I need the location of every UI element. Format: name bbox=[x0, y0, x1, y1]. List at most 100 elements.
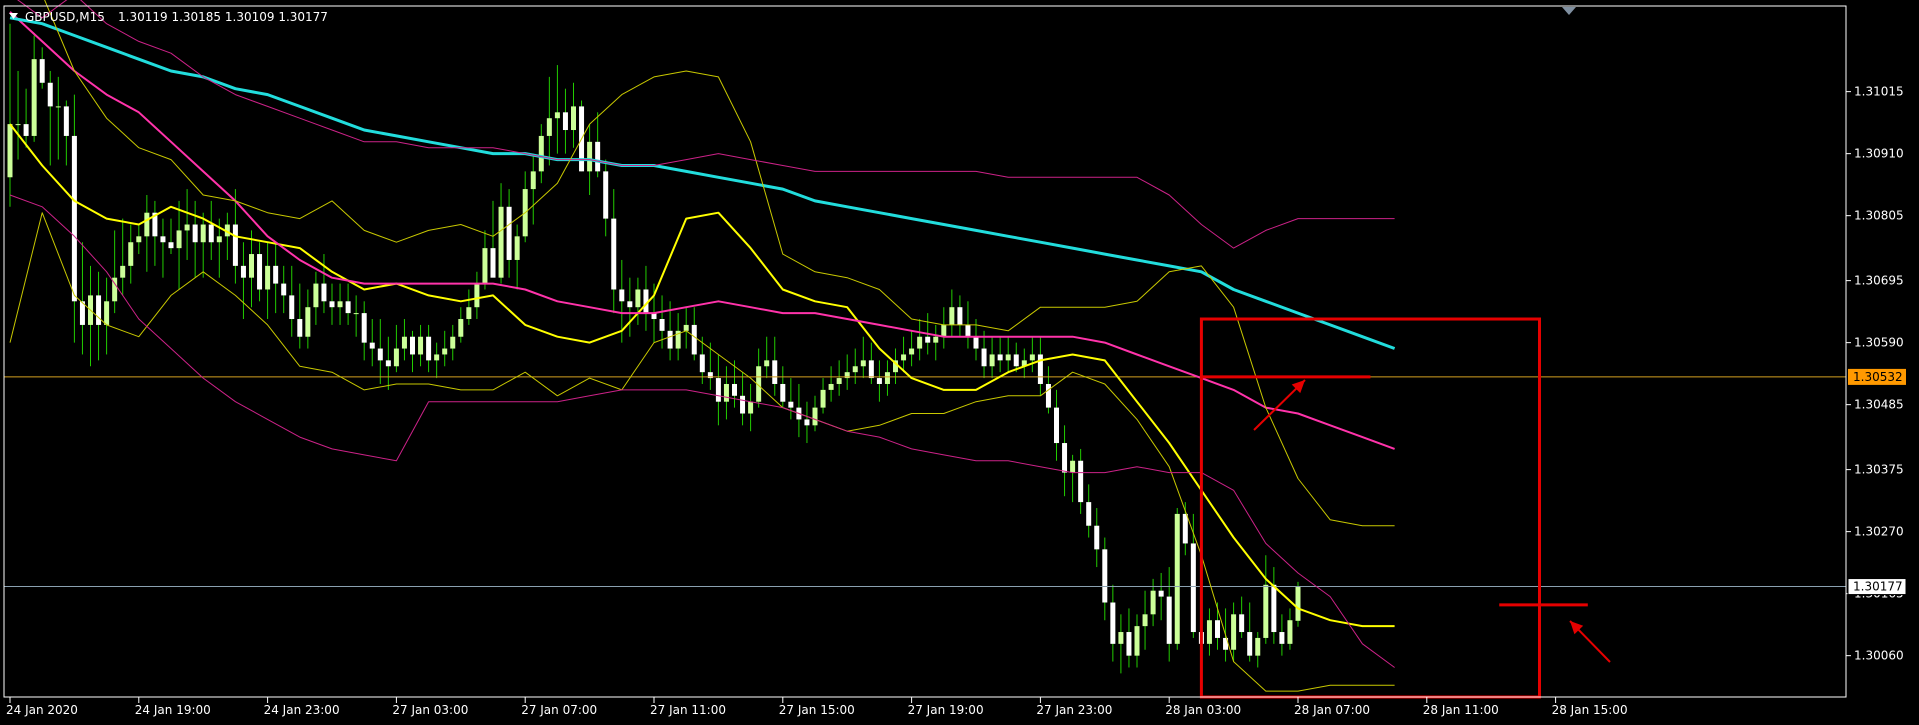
candle-body bbox=[144, 212, 150, 237]
candle-body bbox=[361, 313, 367, 343]
candle-body bbox=[281, 283, 287, 296]
y-tick-label: 1.30060 bbox=[1854, 649, 1904, 663]
candle-body bbox=[1037, 354, 1043, 384]
y-tick-label: 1.30270 bbox=[1854, 525, 1904, 539]
candle-body bbox=[812, 407, 818, 426]
candle-body bbox=[305, 307, 311, 337]
candle-body bbox=[482, 248, 488, 284]
candle-body bbox=[989, 354, 995, 367]
candle-body bbox=[23, 124, 29, 136]
x-tick-label: 28 Jan 11:00 bbox=[1423, 703, 1499, 717]
candle-body bbox=[490, 248, 496, 278]
candle-body bbox=[667, 330, 673, 349]
x-tick-label: 28 Jan 15:00 bbox=[1552, 703, 1628, 717]
candle-body bbox=[297, 319, 303, 337]
candle-body bbox=[7, 124, 13, 178]
ohlc-label: 1.30119 1.30185 1.30109 1.30177 bbox=[118, 10, 328, 24]
y-tick-label: 1.30695 bbox=[1854, 274, 1904, 288]
candle-body bbox=[1013, 354, 1019, 367]
candle-body bbox=[683, 324, 689, 331]
candle-body bbox=[120, 265, 126, 278]
candle-body bbox=[216, 236, 222, 243]
candle-body bbox=[1118, 632, 1124, 644]
candle-body bbox=[732, 383, 737, 396]
candle-body bbox=[71, 135, 77, 302]
candle-body bbox=[981, 348, 987, 367]
x-tick-label: 27 Jan 23:00 bbox=[1036, 703, 1112, 717]
x-tick-label: 27 Jan 03:00 bbox=[392, 703, 468, 717]
candle-body bbox=[401, 336, 407, 349]
candle-body bbox=[514, 236, 520, 260]
candle-body bbox=[1279, 632, 1285, 644]
candle-body bbox=[458, 319, 464, 337]
candle-body bbox=[1287, 620, 1293, 644]
candle-body bbox=[385, 360, 391, 367]
candle-body bbox=[273, 265, 279, 284]
y-tick-label: 1.30910 bbox=[1854, 147, 1904, 161]
candle-body bbox=[257, 254, 263, 290]
candle-body bbox=[353, 313, 359, 315]
candle-body bbox=[1045, 383, 1051, 408]
candle-body bbox=[804, 419, 810, 426]
candle-body bbox=[1086, 502, 1092, 526]
candle-body bbox=[1190, 543, 1196, 633]
x-tick-label: 24 Jan 2020 bbox=[6, 703, 78, 717]
candle-body bbox=[1078, 460, 1084, 503]
candle-body bbox=[901, 354, 907, 361]
candle-body bbox=[941, 324, 947, 337]
candle-body bbox=[321, 283, 327, 302]
candle-body bbox=[1070, 460, 1076, 473]
candle-body bbox=[240, 265, 246, 278]
candle-body bbox=[329, 301, 335, 308]
candle-body bbox=[313, 283, 319, 308]
candle-body bbox=[434, 354, 440, 361]
x-tick-label: 27 Jan 19:00 bbox=[908, 703, 984, 717]
candle-body bbox=[659, 319, 665, 331]
candle-body bbox=[136, 236, 142, 243]
x-tick-label: 27 Jan 11:00 bbox=[650, 703, 726, 717]
candle-body bbox=[546, 118, 552, 136]
x-tick-label: 28 Jan 03:00 bbox=[1165, 703, 1241, 717]
x-tick-label: 28 Jan 07:00 bbox=[1294, 703, 1370, 717]
candle-body bbox=[836, 378, 842, 384]
candle-body bbox=[603, 171, 609, 219]
candle-body bbox=[1239, 614, 1245, 633]
price-chart[interactable]: 1.31015 1.30910 1.30805 1.30695 1.30590 1.304… bbox=[0, 0, 1919, 725]
candle-body bbox=[740, 395, 746, 414]
candle-body bbox=[820, 389, 826, 408]
x-tick-label: 27 Jan 07:00 bbox=[521, 703, 597, 717]
candle-body bbox=[31, 59, 37, 136]
candle-body bbox=[184, 224, 190, 231]
candle-body bbox=[723, 383, 729, 402]
y-tick-label: 1.30805 bbox=[1854, 209, 1904, 223]
candle-body bbox=[232, 224, 238, 266]
candle-body bbox=[788, 401, 794, 408]
candle-body bbox=[595, 141, 601, 172]
candle-body bbox=[1158, 590, 1164, 597]
candle-body bbox=[949, 307, 955, 325]
candle-body bbox=[47, 82, 53, 107]
candle-body bbox=[611, 218, 617, 290]
candle-body bbox=[176, 230, 182, 249]
candle-body bbox=[96, 295, 102, 325]
candle-body bbox=[1215, 620, 1220, 638]
candle-body bbox=[884, 372, 890, 384]
candle-body bbox=[377, 348, 383, 361]
candle-body bbox=[506, 206, 512, 260]
candle-body bbox=[1231, 614, 1237, 650]
candle-body bbox=[442, 348, 448, 355]
y-tick-label: 1.30590 bbox=[1854, 336, 1904, 350]
y-tick-label: 1.30375 bbox=[1854, 463, 1904, 477]
candle-body bbox=[498, 206, 504, 278]
candle-body bbox=[249, 254, 254, 278]
chart-background bbox=[0, 0, 1919, 725]
candle-body bbox=[450, 336, 456, 349]
candle-body bbox=[208, 224, 214, 243]
candle-body bbox=[1142, 614, 1148, 627]
candle-body bbox=[128, 242, 134, 266]
candle-body bbox=[530, 171, 536, 190]
candle-body bbox=[925, 336, 931, 343]
candle-body bbox=[1062, 443, 1068, 473]
candle-body bbox=[957, 307, 963, 325]
x-tick-label: 27 Jan 15:00 bbox=[779, 703, 855, 717]
